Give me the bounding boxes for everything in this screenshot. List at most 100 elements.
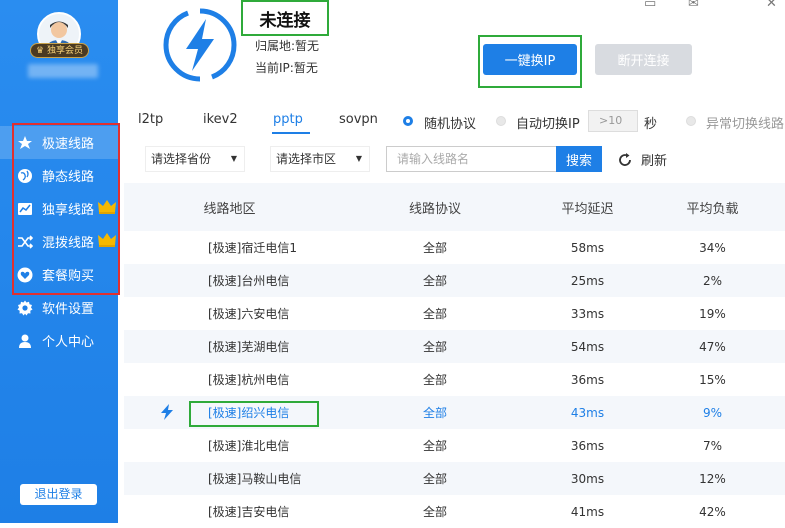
- table-row[interactable]: [极速]芜湖电信 全部 54ms 47%: [124, 330, 785, 363]
- tab-ikev2[interactable]: ikev2: [203, 112, 238, 127]
- logout-button[interactable]: 退出登录: [20, 484, 97, 505]
- sidebar-item-packages[interactable]: 套餐购买: [0, 258, 118, 291]
- cell-protocol: 全部: [422, 340, 447, 354]
- sidebar-item-speed-lines[interactable]: 极速线路: [0, 126, 118, 159]
- table-row[interactable]: [极速]吉安电信 全部 41ms 42%: [124, 495, 785, 528]
- cell-region: [极速]淮北电信: [208, 439, 290, 453]
- table-row[interactable]: [极速]六安电信 全部 33ms 19%: [124, 297, 785, 330]
- sidebar-item-static-lines[interactable]: 静态线路: [0, 159, 118, 192]
- active-tab-underline: [272, 132, 310, 134]
- seconds-label: 秒: [644, 117, 658, 132]
- minimize-to-tray-icon[interactable]: ▭: [644, 0, 656, 11]
- ip-label: 当前IP:: [255, 61, 294, 75]
- cell-load: 7%: [702, 438, 723, 453]
- cell-load: 42%: [699, 504, 726, 519]
- sidebar-item-profile[interactable]: 个人中心: [0, 324, 118, 357]
- search-input[interactable]: 请输入线路名: [386, 146, 557, 172]
- tab-sovpn[interactable]: sovpn: [339, 112, 378, 127]
- auto-switch-radio[interactable]: [496, 116, 506, 126]
- location-line: 归属地:暂无: [255, 37, 319, 54]
- change-ip-button[interactable]: 一键换IP: [483, 44, 577, 75]
- connection-logo-icon: [160, 5, 240, 85]
- cell-protocol: 全部: [422, 439, 447, 453]
- location-value: 暂无: [295, 39, 320, 53]
- cell-region: [极速]台州电信: [208, 274, 290, 288]
- close-icon[interactable]: ✕: [766, 0, 777, 11]
- crown-icon: ♛: [36, 46, 45, 56]
- cell-latency: 30ms: [570, 471, 605, 486]
- mail-icon[interactable]: ✉: [688, 0, 699, 11]
- cell-region: [极速]六安电信: [208, 307, 290, 321]
- window-controls: ▭ ✉ ✕: [640, 0, 785, 12]
- search-button[interactable]: 搜索: [556, 146, 602, 172]
- dropdown-arrow-icon: ▼: [230, 154, 237, 163]
- cell-region: [极速]马鞍山电信: [208, 472, 302, 486]
- city-select-value: 请选择市区: [276, 152, 337, 166]
- cell-load: 2%: [702, 273, 723, 288]
- random-protocol-radio[interactable]: [403, 116, 413, 126]
- dropdown-arrow-icon: ▼: [355, 154, 362, 163]
- disconnect-button: 断开连接: [595, 44, 692, 75]
- table-row[interactable]: [极速]杭州电信 全部 36ms 15%: [124, 363, 785, 396]
- column-header-latency: 平均延迟: [561, 201, 614, 217]
- sidebar-item-label: 独享线路: [42, 203, 95, 218]
- cell-protocol: 全部: [422, 307, 447, 321]
- sidebar-item-mixed-lines[interactable]: 混拨线路: [0, 225, 118, 258]
- cell-latency: 54ms: [570, 339, 605, 354]
- refresh-button[interactable]: 刷新: [617, 150, 667, 169]
- sidebar-item-label: 软件设置: [42, 302, 95, 317]
- sidebar-item-exclusive-lines[interactable]: 独享线路: [0, 192, 118, 225]
- crown-icon: [97, 232, 117, 252]
- cell-latency: 25ms: [570, 273, 605, 288]
- cell-load: 47%: [699, 339, 726, 354]
- cell-latency: 36ms: [570, 438, 605, 453]
- cell-protocol: 全部: [422, 274, 447, 288]
- cell-region: [极速]吉安电信: [208, 505, 290, 519]
- vip-badge-label: 独享会员: [46, 46, 83, 56]
- cell-latency: 36ms: [570, 372, 605, 387]
- sidebar: ♛ 独享会员 极速线路 静态线路 独享线路 混拨线路 套餐购买 软件设置 个人中…: [0, 0, 118, 523]
- tab-pptp[interactable]: pptp: [273, 112, 303, 127]
- cell-load: 15%: [699, 372, 726, 387]
- heart-icon: [16, 266, 34, 284]
- table-row[interactable]: [极速]淮北电信 全部 36ms 7%: [124, 429, 785, 462]
- tab-l2tp[interactable]: l2tp: [138, 112, 163, 127]
- table-body: [极速]宿迁电信1 全部 58ms 34% [极速]台州电信 全部 25ms 2% [极速]六安…: [124, 231, 785, 528]
- cell-load: 34%: [699, 240, 726, 255]
- table-row[interactable]: [极速]台州电信 全部 25ms 2%: [124, 264, 785, 297]
- table-header: 线路地区 线路协议 平均延迟 平均负载: [124, 183, 785, 231]
- cell-region: [极速]宿迁电信1: [208, 241, 297, 255]
- globe-icon: [16, 167, 34, 185]
- auto-switch-label: 自动切换IP: [516, 117, 580, 132]
- cell-region: [极速]芜湖电信: [208, 340, 290, 354]
- connection-status: 未连接: [241, 0, 329, 36]
- cell-protocol: 全部: [422, 406, 447, 420]
- shuffle-icon: [16, 233, 34, 251]
- province-select[interactable]: 请选择省份 ▼: [145, 146, 245, 172]
- cell-load: 19%: [699, 306, 726, 321]
- location-label: 归属地:: [255, 39, 296, 53]
- crown-icon: [97, 199, 117, 219]
- refresh-icon: [619, 152, 631, 166]
- city-select[interactable]: 请选择市区 ▼: [270, 146, 370, 172]
- interval-input[interactable]: >10: [588, 110, 638, 132]
- cell-protocol: 全部: [422, 241, 447, 255]
- connected-bolt-icon: [161, 404, 173, 420]
- cell-latency: 41ms: [570, 504, 605, 519]
- chart-icon: [16, 200, 34, 218]
- ip-value: 暂无: [293, 61, 318, 75]
- vip-badge: ♛ 独享会员: [30, 43, 89, 58]
- sidebar-item-settings[interactable]: 软件设置: [0, 291, 118, 324]
- cell-region: [极速]杭州电信: [208, 373, 290, 387]
- cell-region: [极速]绍兴电信: [208, 406, 290, 420]
- abnormal-switch-radio[interactable]: [686, 116, 696, 126]
- table-row[interactable]: [极速]绍兴电信 全部 43ms 9%: [124, 396, 785, 429]
- sidebar-item-label: 混拨线路: [42, 236, 95, 251]
- ip-line: 当前IP:暂无: [255, 59, 318, 76]
- sidebar-item-label: 套餐购买: [42, 269, 95, 284]
- table-row[interactable]: [极速]宿迁电信1 全部 58ms 34%: [124, 231, 785, 264]
- table-row[interactable]: [极速]马鞍山电信 全部 30ms 12%: [124, 462, 785, 495]
- protocol-bar: l2tp ikev2 pptp sovpn 随机协议 自动切换IP >10 秒 …: [124, 110, 785, 134]
- cell-protocol: 全部: [422, 373, 447, 387]
- gear-icon: [16, 299, 34, 317]
